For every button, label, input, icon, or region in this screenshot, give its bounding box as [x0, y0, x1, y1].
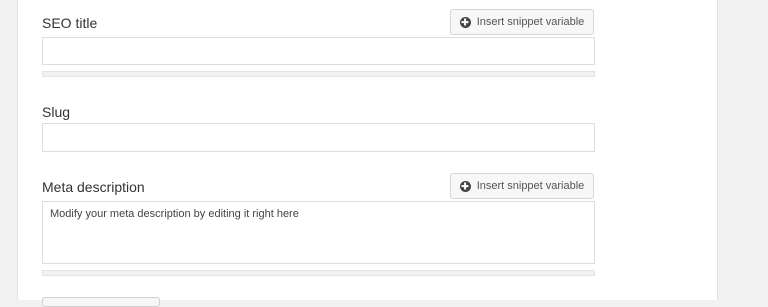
meta-description-insert-snippet-label: Insert snippet variable	[476, 180, 585, 192]
plus-circle-icon	[459, 180, 471, 192]
plus-circle-icon	[459, 16, 471, 28]
slug-label: Slug	[42, 104, 71, 120]
meta-description-progress-bar	[42, 270, 595, 276]
seo-title-insert-snippet-label: Insert snippet variable	[476, 16, 585, 28]
cut-off-button[interactable]	[42, 297, 160, 307]
slug-input[interactable]	[42, 123, 595, 152]
seo-title-label: SEO title	[42, 15, 98, 31]
seo-title-progress-bar	[42, 71, 595, 77]
seo-title-input[interactable]	[42, 37, 595, 65]
seo-settings-panel: SEO title Insert snippet variable Slug M…	[17, 0, 718, 307]
meta-description-label: Meta description	[42, 179, 145, 195]
seo-title-insert-snippet-button[interactable]: Insert snippet variable	[450, 9, 594, 35]
meta-description-textarea[interactable]: Modify your meta description by editing …	[42, 201, 595, 264]
meta-description-insert-snippet-button[interactable]: Insert snippet variable	[450, 173, 594, 199]
